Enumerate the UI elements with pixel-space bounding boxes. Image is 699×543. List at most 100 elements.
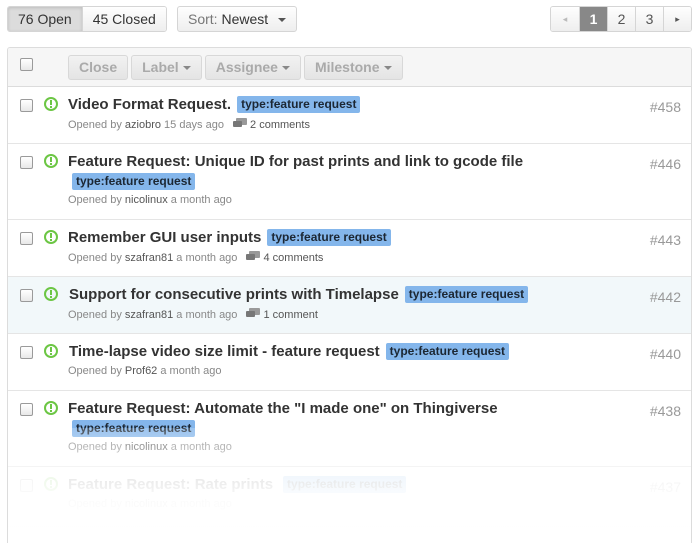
issue-meta: Opened by szafran81 a month ago 1 commen… xyxy=(68,308,318,321)
comment-icon xyxy=(233,118,248,129)
open-issue-icon xyxy=(44,344,58,358)
issue-title-line: Video Format Request. type:feature reques… xyxy=(68,95,638,115)
open-issue-icon xyxy=(44,401,58,415)
issue-title[interactable]: Feature Request: Automate the "I made on… xyxy=(68,400,498,417)
chevron-down-icon xyxy=(281,66,290,71)
issue-author[interactable]: nicolinux xyxy=(125,194,168,206)
issue-title[interactable]: Remember GUI user inputs xyxy=(68,229,261,246)
issue-checkbox[interactable] xyxy=(20,479,33,492)
issue-author[interactable]: aziobro xyxy=(125,119,161,131)
issue-label[interactable]: type:feature request xyxy=(283,476,407,493)
issue-title[interactable]: Feature Request: Rate prints xyxy=(68,476,273,493)
issue-row[interactable]: Support for consecutive prints with Time… xyxy=(8,277,691,334)
issue-meta: Opened by nicolinux a month ago xyxy=(68,194,232,206)
next-page-button[interactable]: ▸ xyxy=(663,7,691,31)
issue-author[interactable]: szafran81 xyxy=(125,309,173,321)
issue-number: #438 xyxy=(649,403,681,419)
issue-time: 15 days ago xyxy=(164,119,224,131)
issue-title-line: Feature Request: Rate prints type:feature… xyxy=(68,475,638,495)
issue-title[interactable]: Video Format Request. xyxy=(68,96,231,113)
issue-number: #443 xyxy=(649,232,681,248)
issue-time: a month ago xyxy=(176,309,238,321)
issue-row[interactable]: Remember GUI user inputs type:feature req… xyxy=(8,220,691,277)
issue-checkbox[interactable] xyxy=(20,289,33,302)
issue-title-line: Feature Request: Automate the "I made on… xyxy=(68,399,638,439)
sort-prefix: Sort: xyxy=(188,11,218,27)
issue-meta: Opened by szafran81 a month ago 4 commen… xyxy=(68,251,323,264)
opened-by-text: Opened by xyxy=(68,119,122,131)
issue-time: a month ago xyxy=(170,194,232,206)
open-issue-icon xyxy=(44,287,58,301)
open-issue-icon xyxy=(44,154,58,168)
issue-title[interactable]: Support for consecutive prints with Time… xyxy=(69,286,399,303)
issue-title-line: Time-lapse video size limit - feature re… xyxy=(69,342,639,362)
pagination: ◂ 1 2 3 ▸ xyxy=(550,6,692,32)
issue-title-line: Remember GUI user inputs type:feature req… xyxy=(68,228,638,248)
open-issue-icon xyxy=(44,97,58,111)
open-issue-icon xyxy=(44,477,58,491)
issue-title[interactable]: Feature Request: Unique ID for past prin… xyxy=(68,153,523,170)
issue-author[interactable]: nicolinux xyxy=(125,441,168,453)
label-dropdown-text: Label xyxy=(142,59,179,75)
issue-label[interactable]: type:feature request xyxy=(237,96,361,113)
state-toggle: 76 Open 45 Closed xyxy=(7,6,167,32)
comment-icon xyxy=(246,251,261,262)
issue-label[interactable]: type:feature request xyxy=(267,229,391,246)
issue-label[interactable]: type:feature request xyxy=(404,286,529,303)
issue-label[interactable]: type:feature request xyxy=(72,420,196,437)
issue-author[interactable]: Prof62 xyxy=(125,365,157,377)
issue-row[interactable]: Time-lapse video size limit - feature re… xyxy=(8,334,691,391)
issue-number: #458 xyxy=(649,99,681,115)
chevron-down-icon xyxy=(383,66,392,71)
page-2-button[interactable]: 2 xyxy=(607,7,635,31)
issue-label[interactable]: type:feature request xyxy=(385,343,510,360)
page-1-button[interactable]: 1 xyxy=(579,7,607,31)
comment-count[interactable]: 2 comments xyxy=(250,119,310,131)
comment-count[interactable]: 1 comment xyxy=(263,309,317,321)
milestone-dropdown-text: Milestone xyxy=(314,59,380,75)
issue-label[interactable]: type:feature request xyxy=(72,173,196,190)
issue-author[interactable]: nicolinux xyxy=(125,498,168,510)
issue-meta: Opened by Prof62 a month ago xyxy=(68,365,222,377)
bulk-actions: Close Label Assignee Milestone xyxy=(68,55,403,80)
issue-number: #440 xyxy=(649,346,681,362)
page-3-button[interactable]: 3 xyxy=(635,7,663,31)
issue-time: a month ago xyxy=(170,498,232,510)
sort-dropdown[interactable]: Sort: Newest xyxy=(177,6,298,32)
assignee-dropdown[interactable]: Assignee xyxy=(204,55,301,80)
opened-by-text: Opened by xyxy=(68,252,122,264)
select-all-checkbox[interactable] xyxy=(20,58,33,71)
milestone-dropdown[interactable]: Milestone xyxy=(303,55,403,80)
issue-time: a month ago xyxy=(176,252,238,264)
issue-checkbox[interactable] xyxy=(20,156,33,169)
issue-number: #442 xyxy=(649,289,681,305)
issue-title[interactable]: Time-lapse video size limit - feature re… xyxy=(69,343,380,360)
issue-row[interactable]: Feature Request: Rate prints type:feature… xyxy=(8,467,691,527)
issue-row[interactable]: Feature Request: Unique ID for past prin… xyxy=(8,144,691,220)
open-issue-icon xyxy=(44,230,58,244)
close-button[interactable]: Close xyxy=(68,55,129,80)
issue-meta: Opened by aziobro 15 days ago 2 comments xyxy=(68,118,310,131)
issue-author[interactable]: szafran81 xyxy=(125,252,173,264)
issues-toolbar: 76 Open 45 Closed Sort: Newest ◂ 1 2 3 ▸ xyxy=(7,6,692,32)
issue-row[interactable]: Video Format Request. type:feature reques… xyxy=(8,87,691,144)
issue-checkbox[interactable] xyxy=(20,346,33,359)
issue-checkbox[interactable] xyxy=(20,403,33,416)
issue-row[interactable]: Feature Request: Automate the "I made on… xyxy=(8,391,691,467)
issue-checkbox[interactable] xyxy=(20,232,33,245)
comment-count[interactable]: 4 comments xyxy=(263,252,323,264)
label-dropdown[interactable]: Label xyxy=(131,55,202,80)
issue-checkbox[interactable] xyxy=(20,99,33,112)
issue-list: Close Label Assignee Milestone Video For… xyxy=(7,47,692,543)
issue-number: #446 xyxy=(649,156,681,172)
opened-by-text: Opened by xyxy=(68,498,122,510)
closed-issues-button[interactable]: 45 Closed xyxy=(81,7,166,31)
issue-meta: Opened by nicolinux a month ago xyxy=(68,441,232,453)
opened-by-text: Opened by xyxy=(68,365,122,377)
opened-by-text: Opened by xyxy=(68,309,122,321)
issue-title-line: Support for consecutive prints with Time… xyxy=(69,285,639,305)
prev-page-button[interactable]: ◂ xyxy=(551,7,579,31)
open-issues-button[interactable]: 76 Open xyxy=(8,7,82,31)
issue-meta: Opened by nicolinux a month ago xyxy=(68,498,232,510)
issue-time: a month ago xyxy=(170,441,232,453)
